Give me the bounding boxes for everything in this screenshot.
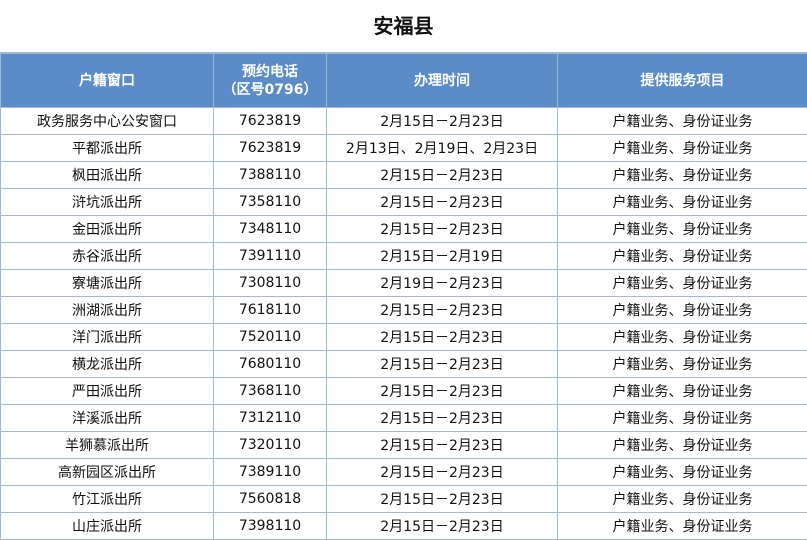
cell-time: 2月15日－2月23日 [327,432,558,459]
table-row: 山庄派出所73981102月15日－2月23日户籍业务、身份证业务 [1,513,807,540]
cell-phone: 7398110 [214,513,327,540]
cell-phone: 7560818 [214,486,327,513]
cell-service: 户籍业务、身份证业务 [558,216,807,243]
cell-service: 户籍业务、身份证业务 [558,459,807,486]
table-row: 浒坑派出所73581102月15日－2月23日户籍业务、身份证业务 [1,189,807,216]
cell-phone: 7368110 [214,378,327,405]
cell-service: 户籍业务、身份证业务 [558,432,807,459]
cell-service: 户籍业务、身份证业务 [558,243,807,270]
table-header: 户籍窗口 预约电话 （区号0796） 办理时间 提供服务项目 [1,54,807,108]
cell-window-name: 洲湖派出所 [1,297,214,324]
cell-time: 2月15日－2月23日 [327,459,558,486]
table-row: 羊狮慕派出所73201102月15日－2月23日户籍业务、身份证业务 [1,432,807,459]
cell-phone: 7623819 [214,135,327,162]
cell-window-name: 高新园区派出所 [1,459,214,486]
cell-time: 2月15日－2月23日 [327,297,558,324]
page-title: 安福县 [0,0,807,53]
cell-service: 户籍业务、身份证业务 [558,378,807,405]
cell-window-name: 严田派出所 [1,378,214,405]
cell-phone: 7388110 [214,162,327,189]
cell-window-name: 洋门派出所 [1,324,214,351]
table-row: 金田派出所73481102月15日－2月23日户籍业务、身份证业务 [1,216,807,243]
cell-service: 户籍业务、身份证业务 [558,513,807,540]
cell-time: 2月15日－2月23日 [327,162,558,189]
page: 安福县 户籍窗口 预约电话 （区号0796） 办理时间 提供服务项目 政务服务中… [0,0,807,523]
table-row: 横龙派出所76801102月15日－2月23日户籍业务、身份证业务 [1,351,807,378]
cell-time: 2月15日－2月23日 [327,405,558,432]
cell-window-name: 赤谷派出所 [1,243,214,270]
table-body: 政务服务中心公安窗口76238192月15日－2月23日户籍业务、身份证业务平都… [1,108,807,540]
table-row: 高新园区派出所73891102月15日－2月23日户籍业务、身份证业务 [1,459,807,486]
cell-phone: 7308110 [214,270,327,297]
cell-phone: 7680110 [214,351,327,378]
cell-time: 2月15日－2月23日 [327,486,558,513]
cell-time: 2月15日－2月23日 [327,324,558,351]
header-service: 提供服务项目 [558,54,807,108]
cell-phone: 7618110 [214,297,327,324]
header-time: 办理时间 [327,54,558,108]
cell-phone: 7320110 [214,432,327,459]
cell-service: 户籍业务、身份证业务 [558,135,807,162]
cell-service: 户籍业务、身份证业务 [558,108,807,135]
cell-service: 户籍业务、身份证业务 [558,486,807,513]
cell-phone: 7623819 [214,108,327,135]
cell-time: 2月15日－2月19日 [327,243,558,270]
cell-service: 户籍业务、身份证业务 [558,324,807,351]
table-row: 竹江派出所75608182月15日－2月23日户籍业务、身份证业务 [1,486,807,513]
cell-phone: 7348110 [214,216,327,243]
table-row: 政务服务中心公安窗口76238192月15日－2月23日户籍业务、身份证业务 [1,108,807,135]
cell-service: 户籍业务、身份证业务 [558,297,807,324]
table-row: 严田派出所73681102月15日－2月23日户籍业务、身份证业务 [1,378,807,405]
header-phone: 预约电话 （区号0796） [214,54,327,108]
cell-window-name: 横龙派出所 [1,351,214,378]
table-row: 洋溪派出所73121102月15日－2月23日户籍业务、身份证业务 [1,405,807,432]
cell-window-name: 山庄派出所 [1,513,214,540]
cell-phone: 7312110 [214,405,327,432]
cell-window-name: 平都派出所 [1,135,214,162]
cell-window-name: 羊狮慕派出所 [1,432,214,459]
table-row: 寮塘派出所73081102月19日－2月23日户籍业务、身份证业务 [1,270,807,297]
cell-service: 户籍业务、身份证业务 [558,162,807,189]
table-row: 平都派出所76238192月13日、2月19日、2月23日户籍业务、身份证业务 [1,135,807,162]
cell-time: 2月13日、2月19日、2月23日 [327,135,558,162]
cell-window-name: 寮塘派出所 [1,270,214,297]
cell-time: 2月15日－2月23日 [327,216,558,243]
table-row: 洋门派出所75201102月15日－2月23日户籍业务、身份证业务 [1,324,807,351]
cell-phone: 7358110 [214,189,327,216]
cell-time: 2月15日－2月23日 [327,189,558,216]
cell-window-name: 竹江派出所 [1,486,214,513]
cell-phone: 7520110 [214,324,327,351]
cell-time: 2月19日－2月23日 [327,270,558,297]
cell-window-name: 金田派出所 [1,216,214,243]
cell-time: 2月15日－2月23日 [327,351,558,378]
table-row: 枫田派出所73881102月15日－2月23日户籍业务、身份证业务 [1,162,807,189]
cell-time: 2月15日－2月23日 [327,513,558,540]
appointment-table: 户籍窗口 预约电话 （区号0796） 办理时间 提供服务项目 政务服务中心公安窗… [0,53,807,540]
cell-window-name: 浒坑派出所 [1,189,214,216]
cell-window-name: 洋溪派出所 [1,405,214,432]
header-phone-line2: （区号0796） [214,81,326,99]
header-row: 户籍窗口 预约电话 （区号0796） 办理时间 提供服务项目 [1,54,807,108]
cell-service: 户籍业务、身份证业务 [558,405,807,432]
cell-window-name: 枫田派出所 [1,162,214,189]
cell-service: 户籍业务、身份证业务 [558,351,807,378]
cell-service: 户籍业务、身份证业务 [558,189,807,216]
header-window: 户籍窗口 [1,54,214,108]
cell-service: 户籍业务、身份证业务 [558,270,807,297]
cell-phone: 7389110 [214,459,327,486]
cell-time: 2月15日－2月23日 [327,108,558,135]
table-row: 洲湖派出所76181102月15日－2月23日户籍业务、身份证业务 [1,297,807,324]
cell-time: 2月15日－2月23日 [327,378,558,405]
table-row: 赤谷派出所73911102月15日－2月19日户籍业务、身份证业务 [1,243,807,270]
cell-window-name: 政务服务中心公安窗口 [1,108,214,135]
cell-phone: 7391110 [214,243,327,270]
header-phone-line1: 预约电话 [214,63,326,81]
